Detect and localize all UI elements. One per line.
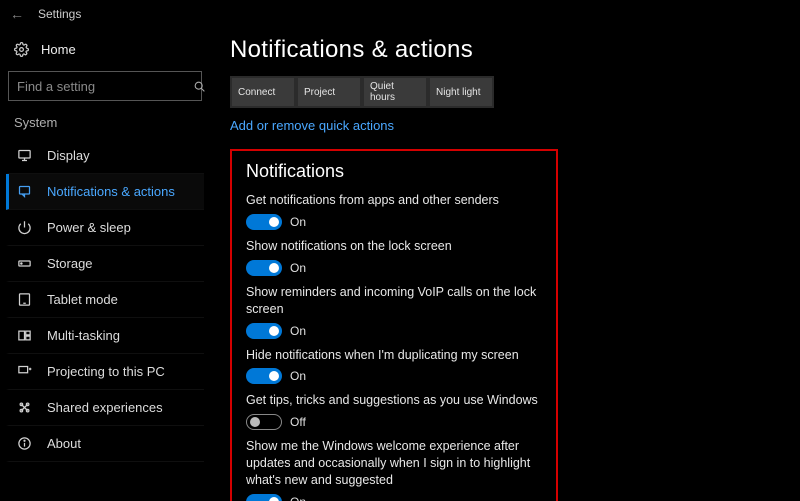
group-label: System [6,115,204,138]
notifications-section: Notifications Get notifications from app… [230,149,558,501]
toggle-state: On [290,215,306,229]
toggle-state: On [290,495,306,501]
section-title: Notifications [246,161,542,182]
sidebar: Home System Display Notifications & acti… [0,28,210,501]
gear-icon [14,42,29,57]
toggle-state: On [290,261,306,275]
power-icon [17,220,33,235]
toggle-tips[interactable] [246,414,282,430]
nav-label: Power & sleep [47,220,131,235]
toggle-state: On [290,369,306,383]
toggle-state: On [290,324,306,338]
setting-lockscreen: Show notifications on the lock screen On [246,238,542,276]
page-title: Notifications & actions [230,36,780,64]
main-content: Notifications & actions Connect Project … [210,28,800,501]
multitask-icon [17,328,33,343]
monitor-icon [17,148,33,163]
nav-notifications[interactable]: Notifications & actions [6,174,204,210]
app-title: Settings [38,7,81,21]
setting-duplicating: Hide notifications when I'm duplicating … [246,347,542,385]
project-icon [17,364,33,379]
home-button[interactable]: Home [6,36,204,67]
setting-label: Show reminders and incoming VoIP calls o… [246,284,542,318]
nav-label: Display [47,148,90,163]
toggle-apps-senders[interactable] [246,214,282,230]
toggle-state: Off [290,415,306,429]
setting-label: Get notifications from apps and other se… [246,192,542,209]
info-icon [17,436,33,451]
nav-label: Notifications & actions [47,184,175,199]
home-label: Home [41,42,76,57]
share-icon [17,400,33,415]
setting-reminders-voip: Show reminders and incoming VoIP calls o… [246,284,542,339]
tablet-icon [17,292,33,307]
nav-tablet[interactable]: Tablet mode [6,282,204,318]
nav-storage[interactable]: Storage [6,246,204,282]
nav-label: Multi-tasking [47,328,120,343]
titlebar: ← Settings [0,0,800,28]
qa-connect[interactable]: Connect [232,78,294,106]
setting-label: Get tips, tricks and suggestions as you … [246,392,542,409]
nav-shared[interactable]: Shared experiences [6,390,204,426]
search-field[interactable] [17,79,193,94]
setting-label: Show me the Windows welcome experience a… [246,438,542,489]
setting-label: Hide notifications when I'm duplicating … [246,347,542,364]
back-icon[interactable]: ← [10,6,24,22]
quick-actions-bar: Connect Project Quiet hours Night light [230,76,494,108]
toggle-duplicating[interactable] [246,368,282,384]
nav-label: About [47,436,81,451]
setting-apps-senders: Get notifications from apps and other se… [246,192,542,230]
nav-about[interactable]: About [6,426,204,462]
nav-label: Storage [47,256,93,271]
nav-label: Tablet mode [47,292,118,307]
notification-icon [17,184,33,199]
quick-actions-link[interactable]: Add or remove quick actions [230,118,394,133]
nav-projecting[interactable]: Projecting to this PC [6,354,204,390]
qa-project[interactable]: Project [298,78,360,106]
nav-display[interactable]: Display [6,138,204,174]
setting-label: Show notifications on the lock screen [246,238,542,255]
storage-icon [17,256,33,271]
toggle-welcome[interactable] [246,494,282,501]
qa-quiet-hours[interactable]: Quiet hours [364,78,426,106]
toggle-lockscreen[interactable] [246,260,282,276]
search-icon [193,80,206,93]
nav-multitasking[interactable]: Multi-tasking [6,318,204,354]
qa-night-light[interactable]: Night light [430,78,492,106]
nav-label: Projecting to this PC [47,364,165,379]
nav-power[interactable]: Power & sleep [6,210,204,246]
setting-welcome: Show me the Windows welcome experience a… [246,438,542,501]
nav-label: Shared experiences [47,400,163,415]
toggle-reminders-voip[interactable] [246,323,282,339]
setting-tips: Get tips, tricks and suggestions as you … [246,392,542,430]
search-input[interactable] [8,71,202,101]
